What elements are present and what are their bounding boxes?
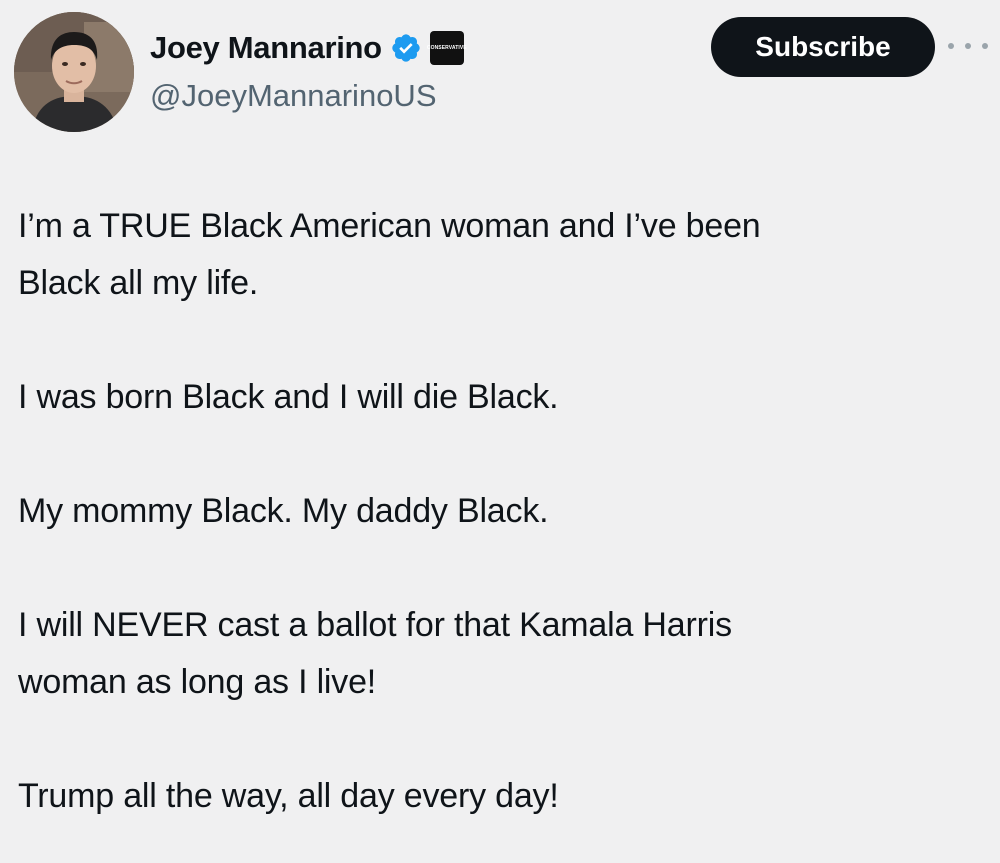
affiliate-badge[interactable]: CONSERVATIVE (426, 31, 467, 65)
tweet-header: Joey Mannarino CONSERVATIVE @JoeyMannari… (0, 0, 1000, 150)
subscribe-button[interactable]: Subscribe (711, 17, 935, 77)
user-handle[interactable]: @JoeyMannarinoUS (150, 78, 437, 114)
more-dots-icon[interactable] (948, 36, 988, 56)
dot (965, 43, 971, 49)
tweet-card: Joey Mannarino CONSERVATIVE @JoeyMannari… (0, 0, 1000, 863)
dot (948, 43, 954, 49)
tweet-paragraph: I was born Black and I will die Black. (18, 378, 559, 416)
tweet-text: I’m a TRUE Black American woman and I’ve… (18, 198, 993, 825)
dot (982, 43, 988, 49)
tweet-paragraph: Trump all the way, all day every day! (18, 777, 559, 815)
avatar[interactable] (14, 12, 134, 132)
display-name[interactable]: Joey Mannarino (150, 30, 382, 66)
tweet-paragraph: I will NEVER cast a ballot for that Kama… (18, 606, 732, 701)
name-row: Joey Mannarino CONSERVATIVE (150, 26, 467, 70)
tweet-paragraph: I’m a TRUE Black American woman and I’ve… (18, 207, 761, 302)
tweet-paragraph: My mommy Black. My daddy Black. (18, 492, 549, 530)
avatar-photo (14, 12, 134, 132)
affiliate-badge-text: CONSERVATIVE (426, 45, 467, 51)
verified-checkmark-icon[interactable] (390, 32, 422, 64)
